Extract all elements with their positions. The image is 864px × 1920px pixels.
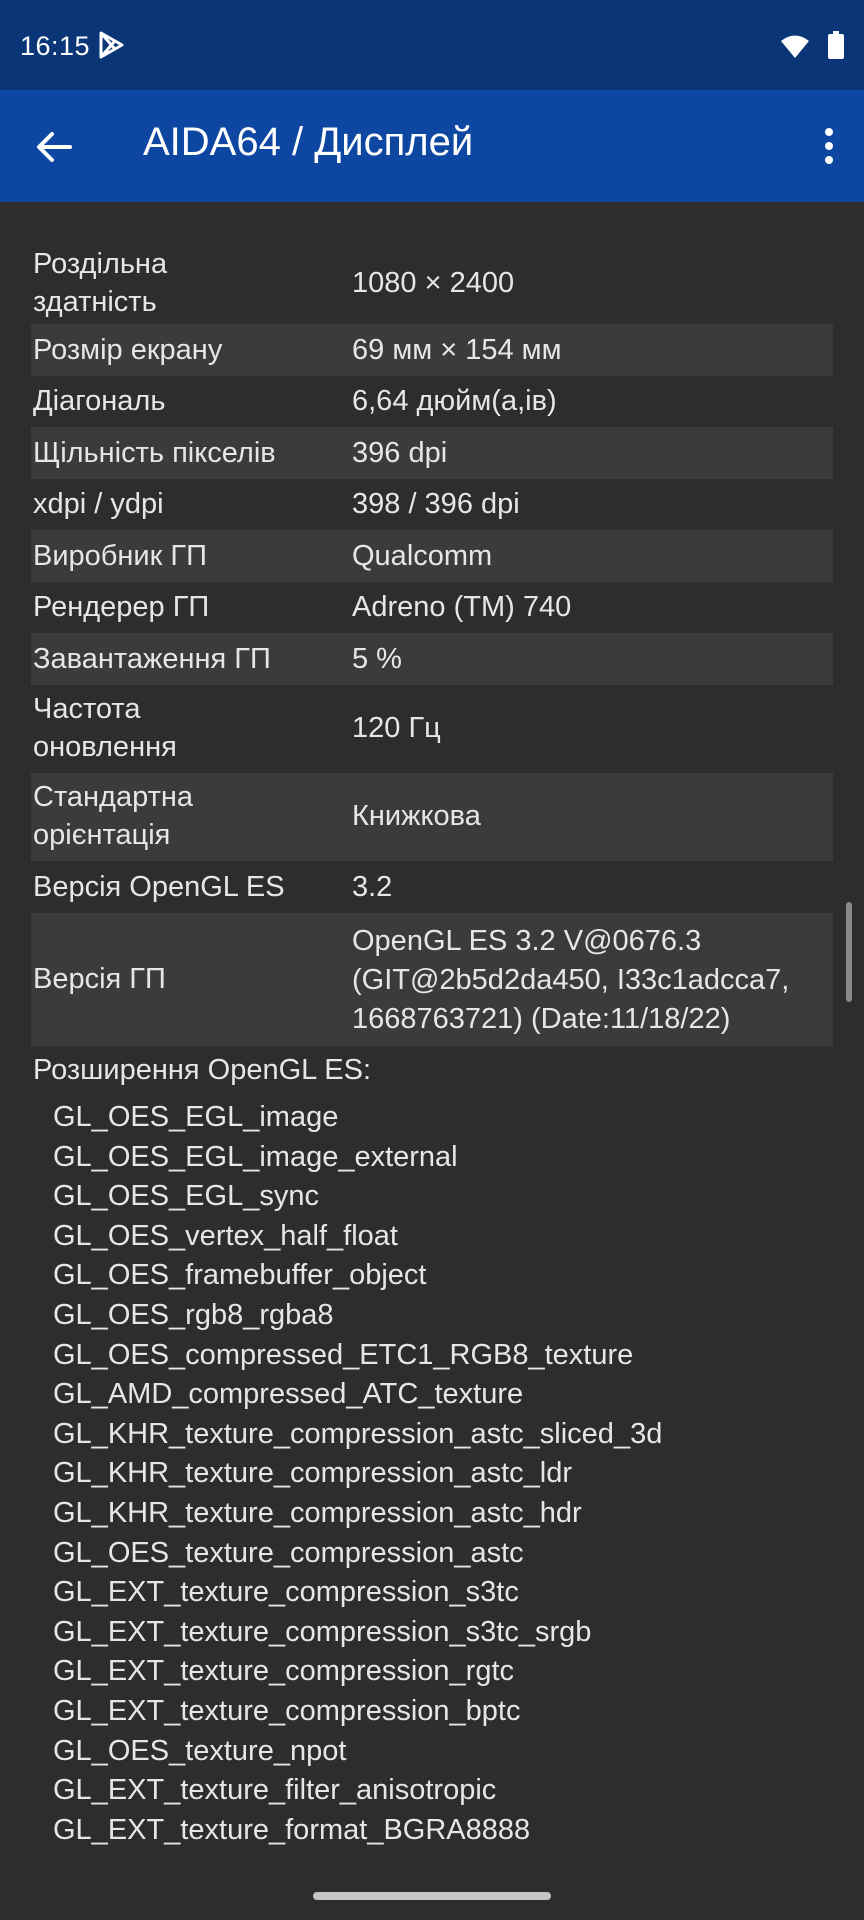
list-item: GL_OES_texture_compression_astc [53,1536,524,1569]
row-value: 3.2 [352,871,393,903]
row-gpu-renderer: Рендерер ГП Adreno (TM) 740 [31,582,833,633]
list-item: GL_OES_EGL_image_external [53,1140,458,1173]
row-label: Щільність пікселів [33,437,276,469]
row-label-text: Роздільна здатність [33,248,168,318]
list-item: GL_OES_compressed_ETC1_RGB8_texture [53,1338,634,1371]
row-label: Виробник ГП [33,540,207,572]
extensions-list: GL_OES_EGL_image GL_OES_EGL_image_extern… [53,1098,662,1850]
row-label: Розмір екрану [33,334,223,366]
list-item: GL_OES_rgb8_rgba8 [53,1298,334,1331]
row-label: xdpi / ydpi [33,488,164,520]
row-gpu-load: Завантаження ГП 5 % [31,633,833,685]
list-item: GL_OES_framebuffer_object [53,1259,427,1292]
row-label: Роздільна здатність [33,245,167,321]
status-bar: 16:15 [0,0,864,90]
app-bar: AIDA64 / Дисплей [0,90,864,202]
battery-icon [828,31,844,59]
list-item: GL_KHR_texture_compression_astc_hdr [53,1496,582,1529]
list-item: GL_EXT_texture_compression_bptc [53,1694,521,1727]
row-label-text: Частота оновлення [33,693,177,763]
list-item: GL_AMD_compressed_ATC_texture [53,1378,524,1411]
row-label: Завантаження ГП [33,643,271,675]
row-screen-size: Розмір екрану 69 мм × 154 мм [31,324,833,376]
row-value: 120 Гц [352,712,441,744]
list-item: GL_OES_EGL_sync [53,1180,319,1213]
row-label: Рендерер ГП [33,591,210,623]
row-value: 1080 × 2400 [352,267,515,299]
list-item: GL_OES_EGL_image [53,1101,339,1133]
row-value: Adreno (TM) 740 [352,591,572,623]
row-pixel-density: Щільність пікселів 396 dpi [31,427,833,479]
row-gpu-vendor: Виробник ГП Qualcomm [31,530,833,582]
list-item: GL_EXT_texture_compression_rgtc [53,1655,514,1688]
row-refresh-rate: Частота оновлення 120 Гц [31,685,833,773]
row-value: 396 dpi [352,437,448,469]
more-vert-icon[interactable] [814,120,844,172]
row-xdpi-ydpi: xdpi / ydpi 398 / 396 dpi [31,479,833,530]
row-label: Частота оновлення [33,690,177,766]
page-title: AIDA64 / Дисплей [143,120,474,164]
row-value: 69 мм × 154 мм [352,334,562,366]
display-info-content[interactable]: Роздільна здатність 1080 × 2400 Розмір е… [0,202,864,1872]
scrollbar[interactable] [846,902,852,1002]
extensions-header: Розширення OpenGL ES: [33,1054,372,1086]
row-resolution: Роздільна здатність 1080 × 2400 [31,242,833,324]
row-label: Діагональ [33,385,166,417]
list-item: GL_EXT_texture_filter_anisotropic [53,1774,497,1807]
row-value: OpenGL ES 3.2 V@0676.3 (GIT@2b5d2da450, … [352,925,790,1035]
list-item: GL_KHR_texture_compression_astc_sliced_3… [53,1417,663,1450]
row-opengl-version: Версія OpenGL ES 3.2 [31,861,833,913]
gesture-nav-handle[interactable] [313,1892,551,1900]
back-arrow-icon[interactable] [30,121,82,173]
list-item: GL_OES_texture_npot [53,1734,347,1767]
row-value: 398 / 396 dpi [352,488,520,520]
row-value: 5 % [352,643,402,675]
row-default-orientation: Стандартна орієнтація Книжкова [31,773,833,861]
row-label: Версія ГП [33,963,166,995]
list-item: GL_OES_vertex_half_float [53,1219,398,1252]
row-label: Стандартна орієнтація [33,778,193,854]
row-value: 6,64 дюйм(а,ів) [352,385,557,417]
row-value: Книжкова [352,800,481,832]
row-label-text: Стандартна орієнтація [33,781,194,851]
row-label: Версія OpenGL ES [33,871,285,903]
wifi-icon [781,35,809,58]
list-item: GL_KHR_texture_compression_astc_ldr [53,1457,573,1490]
play-store-icon [99,31,124,59]
list-item: GL_EXT_texture_format_BGRA8888 [53,1813,531,1846]
row-value: Qualcomm [352,540,493,572]
row-gpu-version: Версія ГП OpenGL ES 3.2 V@0676.3 (GIT@2b… [31,913,833,1046]
list-item: GL_EXT_texture_compression_s3tc_srgb [53,1615,592,1648]
list-item: GL_EXT_texture_compression_s3tc [53,1576,519,1609]
status-time: 16:15 [20,31,91,61]
row-diagonal: Діагональ 6,64 дюйм(а,ів) [31,376,833,427]
